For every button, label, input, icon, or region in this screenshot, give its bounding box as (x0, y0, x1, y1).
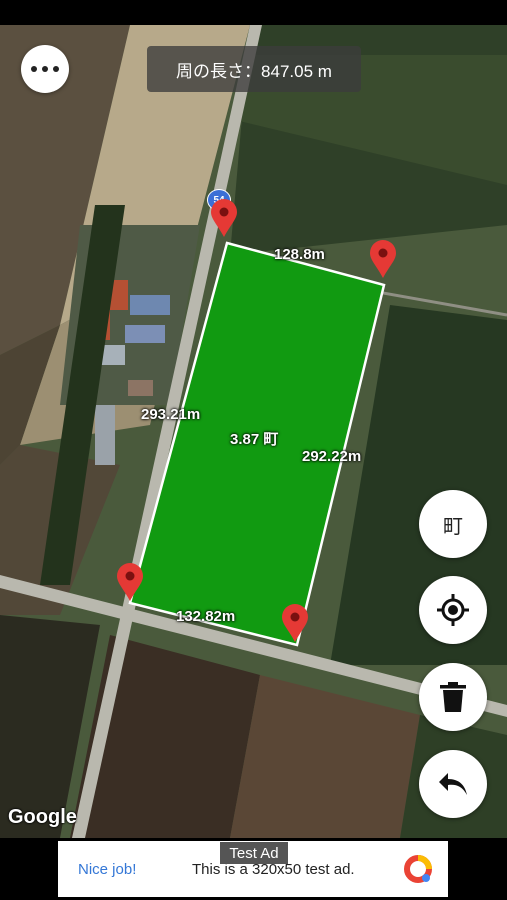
edge-length-top: 128.8m (274, 246, 325, 263)
area-label: 3.87 町 (230, 431, 279, 448)
undo-icon (439, 773, 467, 795)
edge-length-left: 293.21m (141, 406, 201, 423)
undo-button[interactable] (419, 750, 487, 818)
more-horiz-icon (31, 66, 37, 72)
unit-toggle-button[interactable]: 町 (419, 490, 487, 558)
trash-icon (440, 682, 466, 712)
ad-logo-icon (404, 855, 432, 883)
map-pin-bottom-right[interactable] (280, 603, 310, 643)
menu-button[interactable] (21, 45, 69, 93)
map-pin-bottom-left[interactable] (115, 562, 145, 602)
test-ad-badge: Test Ad (220, 842, 288, 864)
ad-nice-job: Nice job! (78, 861, 137, 878)
unit-label: 町 (443, 515, 463, 538)
edge-length-right: 292.22m (302, 448, 362, 465)
status-bar (0, 0, 507, 25)
delete-button[interactable] (419, 663, 487, 731)
google-attribution: Google (8, 806, 77, 828)
map-pin-top-right[interactable] (368, 239, 398, 279)
my-location-button[interactable] (419, 576, 487, 644)
my-location-icon (437, 594, 469, 626)
perimeter-readout: 周の長さ：847.05 m (147, 46, 361, 92)
map-pin-top-left[interactable] (209, 198, 239, 238)
edge-length-bottom: 132.82m (176, 608, 236, 625)
